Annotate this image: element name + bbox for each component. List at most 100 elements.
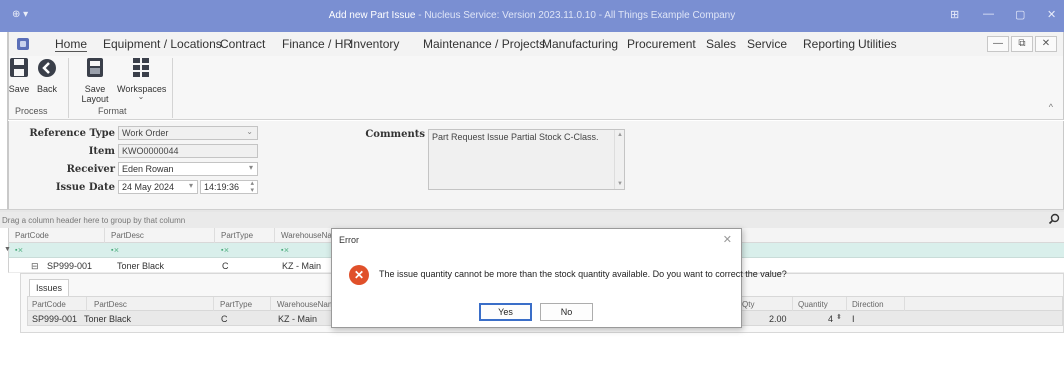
column-header-partdesc[interactable]: PartDesc [111,231,144,240]
filter-cell-partdesc[interactable]: ▪⨯ [111,246,119,254]
ribbon: Save Back Save Layout Workspaces ⌄ Proce… [8,56,1064,120]
column-header-parttype[interactable]: PartType [220,300,252,309]
menu-bar: Home Equipment / Locations Contract Fina… [8,32,1064,56]
group-by-hint: Drag a column header here to group by th… [2,216,186,225]
error-icon: ✕ [349,265,369,285]
menu-maintenance-projects[interactable]: Maintenance / Projects [423,37,545,51]
mdi-minimize-button[interactable]: — [987,36,1009,52]
ribbon-separator [68,58,69,118]
issue-date-label: Issue Date [55,182,115,193]
receiver-select[interactable]: Eden Rowan ▾ [118,162,258,176]
window-close-button[interactable]: ✕ [1047,8,1056,21]
item-label: Item [88,146,115,157]
chevron-down-icon: ▾ [188,181,193,190]
menu-inventory[interactable]: Inventory [350,37,399,51]
no-button[interactable]: No [540,303,593,321]
menu-manufacturing[interactable]: Manufacturing [542,37,618,51]
yes-button[interactable]: Yes [479,303,532,321]
window-title-main: Add new Part Issue [328,10,416,21]
cell-warehouse: KZ - Main [282,261,322,271]
menu-utilities[interactable]: Utilities [858,37,897,51]
ribbon-collapse-icon[interactable]: ^ [1049,102,1053,112]
column-divider [214,228,215,243]
column-header-partdesc[interactable]: PartDesc [94,300,127,309]
filter-cell-partcode[interactable]: ▪⨯ [15,246,23,254]
menu-procurement[interactable]: Procurement [627,37,696,51]
app-icon[interactable] [17,38,29,50]
column-header-warehouse[interactable]: WarehouseNam [281,231,339,240]
column-header-warehouse[interactable]: WarehouseNam [277,300,335,309]
mdi-close-button[interactable]: ✕ [1035,36,1057,52]
back-icon [38,59,56,77]
save-layout-icon [87,58,103,77]
menu-home[interactable]: Home [55,37,88,52]
chevron-down-icon: ▾ [248,163,253,172]
receiver-label: Receiver [66,164,115,175]
column-divider [846,297,847,312]
column-header-partcode[interactable]: PartCode [15,231,49,240]
chevron-down-icon: ⌄ [246,127,253,136]
column-header-partcode[interactable]: PartCode [32,300,66,309]
quantity-stepper-icon[interactable]: ⬍ [836,313,842,321]
dialog-title: Error [339,235,359,245]
cell-quantity[interactable]: 4 [828,314,833,324]
search-icon[interactable] [1048,213,1060,225]
ribbon-separator [172,58,173,118]
column-header-quantity[interactable]: Quantity [798,300,828,309]
window-maximize-button[interactable]: ▢ [1015,8,1025,21]
back-button[interactable]: Back [35,56,59,94]
dialog-close-icon[interactable]: ✕ [723,233,732,246]
comments-scrollbar[interactable]: ▲ ▼ [614,130,624,189]
window-minimize-button[interactable]: — [983,8,994,20]
tab-issues[interactable]: Issues [29,279,70,296]
cell-direction: I [852,314,855,324]
scroll-up-icon[interactable]: ▲ [617,132,623,138]
menu-service[interactable]: Service [747,37,787,51]
issue-time-value: 14:19:36 [204,182,240,192]
scroll-down-icon[interactable]: ▼ [617,181,623,187]
menu-sales[interactable]: Sales [706,37,736,51]
part-issue-form: Reference Type Work Order ⌄ Item KWO0000… [8,121,1064,209]
menu-equipment-locations[interactable]: Equipment / Locations [103,37,222,51]
mdi-restore-button[interactable]: ⧉ [1011,36,1033,52]
cell-parttype: C [221,314,228,324]
issue-time-field[interactable]: 14:19:36 ▴ ▾ [200,180,258,194]
cell-stockqty: 2.00 [769,314,787,324]
filter-cell-parttype[interactable]: ▪⨯ [221,246,229,254]
filter-cell-warehouse[interactable]: ▪⨯ [281,246,289,254]
row-collapse-icon[interactable]: ⊟ [31,261,39,272]
spin-updown-icon[interactable]: ▴ ▾ [250,181,254,193]
column-divider [792,297,793,312]
save-button[interactable]: Save [7,56,31,94]
ribbon-group-process: Process [15,106,48,116]
issue-date-picker[interactable]: 24 May 2024 ▾ [118,180,198,194]
column-divider [270,297,271,312]
ribbon-group-format: Format [98,106,127,116]
cell-warehouse: KZ - Main [278,314,318,324]
cell-parttype: C [222,261,229,271]
group-by-panel[interactable]: Drag a column header here to group by th… [0,212,1064,228]
column-divider [86,297,87,312]
menu-finance-hr[interactable]: Finance / HR [282,37,352,51]
cell-partcode: SP999-001 [32,314,78,324]
column-divider [104,228,105,243]
column-header-direction[interactable]: Direction [852,300,884,309]
item-field[interactable]: KWO0000044 [118,144,258,158]
error-dialog: Error ✕ ✕ The issue quantity cannot be m… [331,228,787,328]
workspaces-button[interactable]: Workspaces ⌄ [117,56,166,101]
window-title: Add new Part Issue - Nucleus Service: Ve… [0,10,1064,21]
reference-type-select[interactable]: Work Order ⌄ [118,126,258,140]
workspaces-dropdown-icon[interactable]: ⌄ [117,93,165,101]
menu-contract[interactable]: Contract [220,37,265,51]
column-header-parttype[interactable]: PartType [221,231,253,240]
column-divider [274,228,275,243]
window-title-suffix: - Nucleus Service: Version 2023.11.0.10 … [415,10,736,21]
menu-reporting[interactable]: Reporting [803,37,855,51]
reference-type-value: Work Order [122,128,169,138]
save-layout-button[interactable]: Save Layout [71,56,119,104]
filter-funnel-icon[interactable]: ▼ [4,246,11,253]
comments-memo[interactable]: Part Request Issue Partial Stock C-Class… [428,129,625,190]
issue-date-value: 24 May 2024 [122,182,175,192]
window-extra-icon[interactable]: ⊞ [950,8,959,21]
cell-partcode: SP999-001 [47,261,93,271]
